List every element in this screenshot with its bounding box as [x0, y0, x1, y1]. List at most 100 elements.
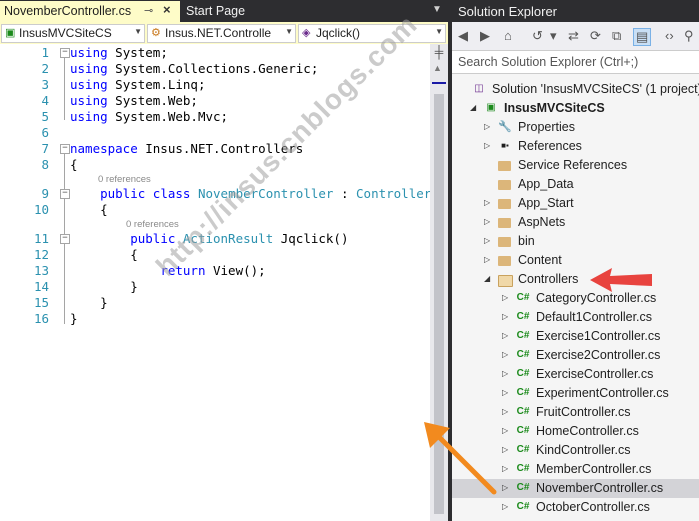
codelens-references[interactable]: 0 references [98, 174, 151, 185]
tree-item[interactable]: ▷ C# ExerciseController.cs [452, 365, 699, 384]
pin-icon[interactable]: ⊸ [144, 4, 153, 17]
class-dropdown-label: Insus.NET.Controlle [165, 26, 272, 40]
csharp-file-icon: C# [516, 292, 530, 303]
expand-arrow-icon[interactable]: ▷ [484, 236, 490, 245]
expand-arrow-icon[interactable]: ▷ [502, 369, 508, 378]
expand-arrow-icon[interactable]: ▷ [502, 388, 508, 397]
expand-arrow-icon[interactable]: ▷ [502, 350, 508, 359]
tree-item[interactable]: ▷ ■▪ References [452, 137, 699, 156]
chevron-down-icon[interactable]: ▾ [550, 28, 557, 44]
line-number: 12 [33, 247, 49, 262]
expand-arrow-icon[interactable]: ▷ [502, 407, 508, 416]
collapse-icon[interactable]: − [60, 189, 70, 199]
chevron-down-icon: ▼ [435, 27, 443, 36]
csharp-file-icon: C# [516, 444, 530, 455]
tree-item-label: Default1Controller.cs [536, 310, 653, 324]
line-number: 10 [33, 202, 49, 217]
tree-item[interactable]: ▷ C# Exercise2Controller.cs [452, 346, 699, 365]
view-code-icon[interactable]: ‹› [665, 28, 674, 43]
tree-item[interactable]: ◫ Solution 'InsusMVCSiteCS' (1 project) [452, 80, 699, 99]
forward-icon[interactable]: ▶ [480, 28, 490, 44]
code-line: } [70, 295, 108, 310]
code-token: using [70, 77, 108, 92]
line-number: 8 [41, 157, 49, 172]
code-editor[interactable]: 1 using System; 2 using System.Collections.… [0, 44, 431, 521]
collapse-icon[interactable]: − [60, 144, 70, 154]
properties-icon[interactable]: ⚲ [684, 28, 694, 44]
tree-item[interactable]: ▷ C# CategoryController.cs [452, 289, 699, 308]
refresh-icon[interactable]: ⟳ [590, 28, 601, 44]
code-line: { [70, 247, 138, 262]
expand-arrow-icon[interactable]: ▷ [502, 502, 508, 511]
folder-icon [498, 180, 511, 190]
chevron-down-icon: ▼ [285, 27, 293, 36]
line-number: 16 [33, 311, 49, 326]
codelens-references[interactable]: 0 references [126, 219, 179, 230]
expand-arrow-icon[interactable]: ▷ [484, 122, 490, 131]
tree-item[interactable]: ◢ Controllers [452, 270, 699, 289]
fold-guide [64, 244, 65, 294]
tree-item[interactable]: ▷ 🔧 Properties [452, 118, 699, 137]
csharp-file-icon: C# [516, 463, 530, 474]
solution-explorer-search-input[interactable]: Search Solution Explorer (Ctrl+;) [452, 51, 699, 74]
csharp-project-icon: ▣ [5, 27, 16, 39]
tree-item-label: HomeController.cs [536, 424, 639, 438]
collapse-icon[interactable]: − [60, 48, 70, 58]
tree-item[interactable]: ▷ C# ExperimentController.cs [452, 384, 699, 403]
show-all-files-icon[interactable]: ▤ [633, 28, 652, 46]
project-icon: ▣ [486, 102, 496, 113]
tree-item-label: NovemberController.cs [536, 481, 664, 495]
line-number: 2 [41, 61, 49, 76]
class-dropdown[interactable]: ⚙ Insus.NET.Controlle ▼ [147, 24, 296, 43]
tree-item[interactable]: ▷ AspNets [452, 213, 699, 232]
tree-item[interactable]: ▷ App_Start [452, 194, 699, 213]
tree-item[interactable]: ▷ Content [452, 251, 699, 270]
expand-arrow-icon[interactable]: ▷ [484, 255, 490, 264]
expand-arrow-icon[interactable]: ▷ [484, 217, 490, 226]
tree-item[interactable]: ▷ bin [452, 232, 699, 251]
code-token: } [70, 311, 78, 326]
collapse-arrow-icon[interactable]: ◢ [484, 274, 490, 283]
collapse-arrow-icon[interactable]: ◢ [470, 103, 476, 112]
tab-novembercontroller[interactable]: NovemberController.cs ⊸ × [0, 1, 180, 22]
expand-arrow-icon[interactable]: ▷ [502, 331, 508, 340]
panel-title: Solution Explorer [458, 4, 557, 19]
expand-arrow-icon[interactable]: ▷ [502, 426, 508, 435]
tree-item-label: ExperimentController.cs [536, 386, 669, 400]
expand-arrow-icon[interactable]: ▷ [484, 198, 490, 207]
tree-item[interactable]: ◢ ▣ InsusMVCSiteCS [452, 99, 699, 118]
code-token: System.Web; [107, 93, 198, 108]
tree-item[interactable]: ▷ C# Exercise1Controller.cs [452, 327, 699, 346]
tab-overflow-dropdown-icon[interactable]: ▼ [432, 4, 442, 15]
tree-item[interactable]: App_Data [452, 175, 699, 194]
tree-item[interactable]: Service References [452, 156, 699, 175]
expand-arrow-icon[interactable]: ▷ [502, 483, 508, 492]
split-window-icon[interactable]: ╪ [432, 46, 446, 58]
sync-icon[interactable]: ⇄ [568, 28, 579, 44]
back-icon[interactable]: ◀ [458, 28, 468, 44]
history-icon[interactable]: ↺ [532, 28, 543, 44]
collapse-icon[interactable]: − [60, 234, 70, 244]
tree-item-label: Controllers [518, 272, 579, 286]
tree-item[interactable]: ▷ C# OctoberController.cs [452, 498, 699, 517]
tree-item[interactable]: ▷ C# Default1Controller.cs [452, 308, 699, 327]
code-token: using [70, 45, 108, 60]
close-icon[interactable]: × [163, 2, 171, 17]
expand-arrow-icon[interactable]: ▷ [502, 312, 508, 321]
code-token: { [70, 202, 108, 217]
project-dropdown[interactable]: ▣ InsusMVCSiteCS ▼ [1, 24, 145, 43]
home-icon[interactable]: ⌂ [504, 28, 512, 43]
expand-arrow-icon[interactable]: ▷ [502, 293, 508, 302]
wrench-icon: 🔧 [498, 121, 512, 133]
collapse-all-icon[interactable]: ⧉ [612, 28, 621, 44]
expand-arrow-icon[interactable]: ▷ [502, 445, 508, 454]
folder-icon [498, 161, 511, 171]
csharp-file-icon: C# [516, 482, 530, 493]
expand-arrow-icon[interactable]: ▷ [502, 464, 508, 473]
scroll-up-icon[interactable]: ▲ [433, 63, 442, 73]
expand-arrow-icon[interactable]: ▷ [484, 141, 490, 150]
tab-start-page[interactable]: Start Page [180, 1, 320, 22]
orange-arrow-annotation [424, 422, 497, 495]
